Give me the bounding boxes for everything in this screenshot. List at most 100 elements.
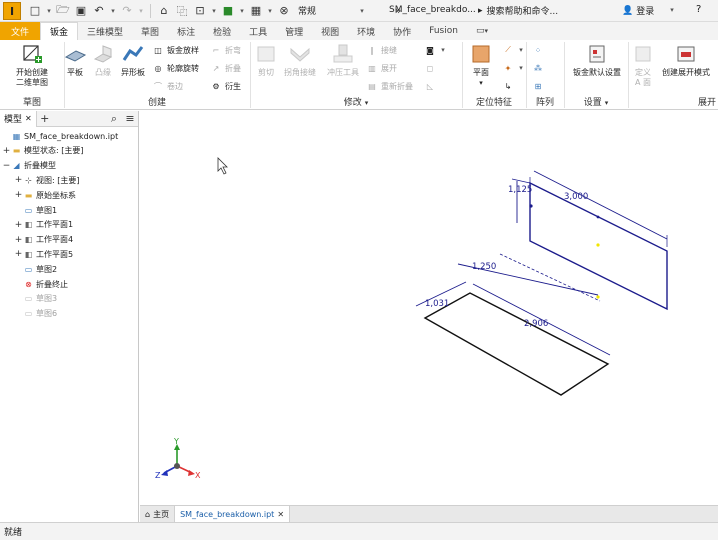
ucs-button[interactable]: ↳ <box>502 80 514 92</box>
expand-toggle-icon[interactable]: + <box>2 146 11 156</box>
contour-flange-button[interactable]: 异形板 <box>118 42 148 78</box>
group-setup-label[interactable]: 设置 ▾ <box>564 95 628 108</box>
material-dropdown-icon[interactable]: ▾ <box>266 7 274 15</box>
lofted-flange-button[interactable]: ◫ 钣金放样 <box>152 44 199 56</box>
sketch-point[interactable] <box>596 243 600 247</box>
home-icon[interactable]: ⌂ <box>156 3 172 19</box>
help-icon[interactable]: ? <box>696 4 701 15</box>
tab-3d-model[interactable]: 三维模型 <box>78 22 132 40</box>
unfold-button[interactable]: ↗ 折叠 <box>210 62 241 74</box>
browser-tab-model[interactable]: 模型 ✕ <box>0 110 37 127</box>
new-dropdown-icon[interactable]: ▾ <box>45 7 53 15</box>
define-a-side-button[interactable]: 定义 A 面 <box>630 42 656 88</box>
tree-item[interactable]: ⊗ 折叠终止 <box>14 277 68 291</box>
tab-manage[interactable]: 管理 <box>276 22 312 40</box>
cut-button[interactable]: 剪切 <box>254 42 278 78</box>
select-dropdown-icon[interactable]: ▾ <box>210 7 218 15</box>
tab-sheet-metal[interactable]: 钣金 <box>40 22 79 40</box>
undo-dropdown-icon[interactable]: ▾ <box>109 7 117 15</box>
redo-icon[interactable]: ↷ <box>119 3 135 19</box>
save-icon[interactable]: ▣ <box>73 3 89 19</box>
tree-item[interactable]: ▦ SM_face_breakdown.ipt <box>2 129 119 143</box>
close-icon[interactable]: ✕ <box>25 114 32 123</box>
dimension-label[interactable]: 1,125 <box>508 185 532 195</box>
graphics-window[interactable]: 1,125 3,000 1,250 1,031 2,906 Y X Z <box>140 111 718 505</box>
material-select[interactable]: 常规 <box>298 4 356 17</box>
expand-toggle-icon[interactable]: + <box>14 235 23 245</box>
dimension-label[interactable]: 1,250 <box>472 262 496 272</box>
dimension-label[interactable]: 1,031 <box>425 299 449 309</box>
tree-item[interactable]: − ◢ 折叠模型 <box>2 159 56 173</box>
tree-item[interactable]: ▭ 草图3 <box>14 292 57 306</box>
tab-tools[interactable]: 工具 <box>240 22 276 40</box>
create-flat-pattern-button[interactable]: 创建展开模式 <box>658 42 714 78</box>
expand-toggle-icon[interactable]: + <box>14 175 23 185</box>
tab-collaborate[interactable]: 协作 <box>384 22 420 40</box>
plane-button[interactable]: 平面 ▾ <box>466 42 496 88</box>
split-dropdown-icon[interactable]: ▾ <box>439 46 447 54</box>
close-icon[interactable]: ✕ <box>277 510 284 519</box>
point-button[interactable]: ✦ ▾ <box>502 62 525 74</box>
tab-inspect[interactable]: 检验 <box>204 22 240 40</box>
axis-dropdown-icon[interactable]: ▾ <box>517 46 525 54</box>
tab-sketch[interactable]: 草图 <box>132 22 168 40</box>
tree-item[interactable]: ▭ 草图6 <box>14 307 57 321</box>
view-triad[interactable]: Y X Z <box>155 437 201 480</box>
search-icon[interactable]: ⌕ <box>106 111 122 127</box>
appearance-icon[interactable]: ■ <box>220 3 236 19</box>
dimension-label[interactable]: 2,906 <box>524 319 548 329</box>
point-dropdown-icon[interactable]: ▾ <box>517 64 525 72</box>
circ-pattern-button[interactable]: ⁂ <box>532 62 544 74</box>
sketch-point[interactable] <box>596 215 600 219</box>
menu-icon[interactable]: ≡ <box>122 111 138 127</box>
derive-button[interactable]: ⚙ 衍生 <box>210 80 241 92</box>
punch-tool-button[interactable]: 冲压工具 <box>324 42 362 78</box>
tab-home[interactable]: ⌂ 主页 <box>140 506 174 522</box>
login-button[interactable]: 👤 登录 <box>622 4 654 18</box>
start-sketch-button[interactable]: 开始创建 二维草图 <box>10 42 54 88</box>
seam-button[interactable]: ∥ 接缝 <box>366 44 397 56</box>
axis-button[interactable]: ⟋ ▾ <box>502 44 525 56</box>
new-file-icon[interactable]: □ <box>27 3 43 19</box>
fold-button[interactable]: ⌐ 折弯 <box>210 44 241 56</box>
expand-toggle-icon[interactable]: + <box>14 220 23 230</box>
expand-toggle-icon[interactable]: + <box>14 190 23 200</box>
tree-item[interactable]: + ◧ 工作平面1 <box>14 218 73 232</box>
tab-file[interactable]: 文件 <box>0 22 41 40</box>
group-modify-label[interactable]: 修改 ▾ <box>250 95 462 108</box>
unfold-mod-button[interactable]: ▥ 展开 <box>366 62 397 74</box>
rect-pattern-button[interactable]: ⁘ <box>532 44 544 56</box>
flange-button[interactable]: 凸缘 <box>92 42 114 78</box>
undo-icon[interactable]: ↶ <box>91 3 107 19</box>
dimension-label[interactable]: 3,000 <box>564 192 588 202</box>
app-logo[interactable]: I <box>3 1 21 20</box>
expand-toggle-icon[interactable]: − <box>2 161 11 171</box>
tab-document[interactable]: SM_face_breakdown.ipt ✕ <box>174 506 291 522</box>
tree-item[interactable]: + ◧ 工作平面4 <box>14 233 73 247</box>
open-icon[interactable]: 🗁 <box>55 3 71 19</box>
sheet-metal-defaults-button[interactable]: 钣金默认设置 <box>568 42 626 78</box>
base-face[interactable] <box>423 292 610 396</box>
help-search-input[interactable]: 搜索帮助和命令... <box>487 4 559 17</box>
tab-annotate[interactable]: 标注 <box>168 22 204 40</box>
contour-roll-button[interactable]: ◎ 轮廓旋转 <box>152 62 200 74</box>
select-icon[interactable]: ⊡ <box>192 3 208 19</box>
sketch-point[interactable] <box>529 204 533 208</box>
material-select-chevron-icon[interactable]: ▾ <box>358 7 366 15</box>
tab-fusion[interactable]: Fusion <box>420 22 467 40</box>
plane-dropdown-icon[interactable]: ▾ <box>479 78 483 88</box>
tab-environments[interactable]: 环境 <box>348 22 384 40</box>
material-icon[interactable]: ▦ <box>248 3 264 19</box>
corner-round-button[interactable]: ◻ <box>424 62 436 74</box>
corner-seam-button[interactable]: 拐角接缝 <box>282 42 318 78</box>
clear-appearance-icon[interactable]: ⊗ <box>276 3 292 19</box>
login-dropdown-icon[interactable]: ▾ <box>668 6 676 14</box>
model-viewport[interactable]: 1,125 3,000 1,250 1,031 2,906 Y X Z <box>140 111 718 505</box>
tree-item[interactable]: + ▬ 原始坐标系 <box>14 188 76 202</box>
mirror-button[interactable]: ⊞ <box>532 80 544 92</box>
redo-dropdown-icon[interactable]: ▾ <box>137 7 145 15</box>
help-search[interactable]: ▸ 搜索帮助和命令... <box>478 4 559 18</box>
appearance-dropdown-icon[interactable]: ▾ <box>238 7 246 15</box>
split-button[interactable]: ◙ ▾ <box>424 44 447 56</box>
expand-toggle-icon[interactable]: + <box>14 249 23 259</box>
